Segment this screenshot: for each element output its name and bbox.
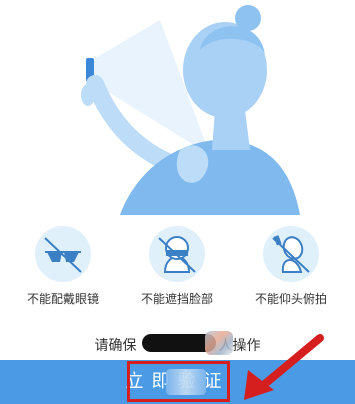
- no-tilt-head-icon: [263, 226, 319, 282]
- tip-no-glasses: 不能配戴眼镜: [8, 226, 118, 307]
- highlight-box: [127, 361, 230, 402]
- no-glasses-icon: [35, 226, 91, 282]
- tip-no-cover-face: 不能遮挡脸部: [122, 226, 232, 307]
- tip-label: 不能仰头俯拍: [254, 292, 327, 306]
- tip-label: 不能遮挡脸部: [140, 292, 213, 306]
- face-scan-illustration: [0, 0, 355, 215]
- red-arrow-icon: [244, 334, 324, 400]
- notice-prefix: 请确保: [94, 338, 137, 354]
- redaction-scribble: [205, 331, 233, 355]
- tip-no-tilt-head: 不能仰头俯拍: [236, 226, 346, 307]
- photo-tips: 不能配戴眼镜 不能遮挡脸部 不能仰头俯拍: [0, 226, 355, 316]
- no-cover-face-icon: [149, 226, 205, 282]
- tip-label: 不能配戴眼镜: [26, 292, 99, 306]
